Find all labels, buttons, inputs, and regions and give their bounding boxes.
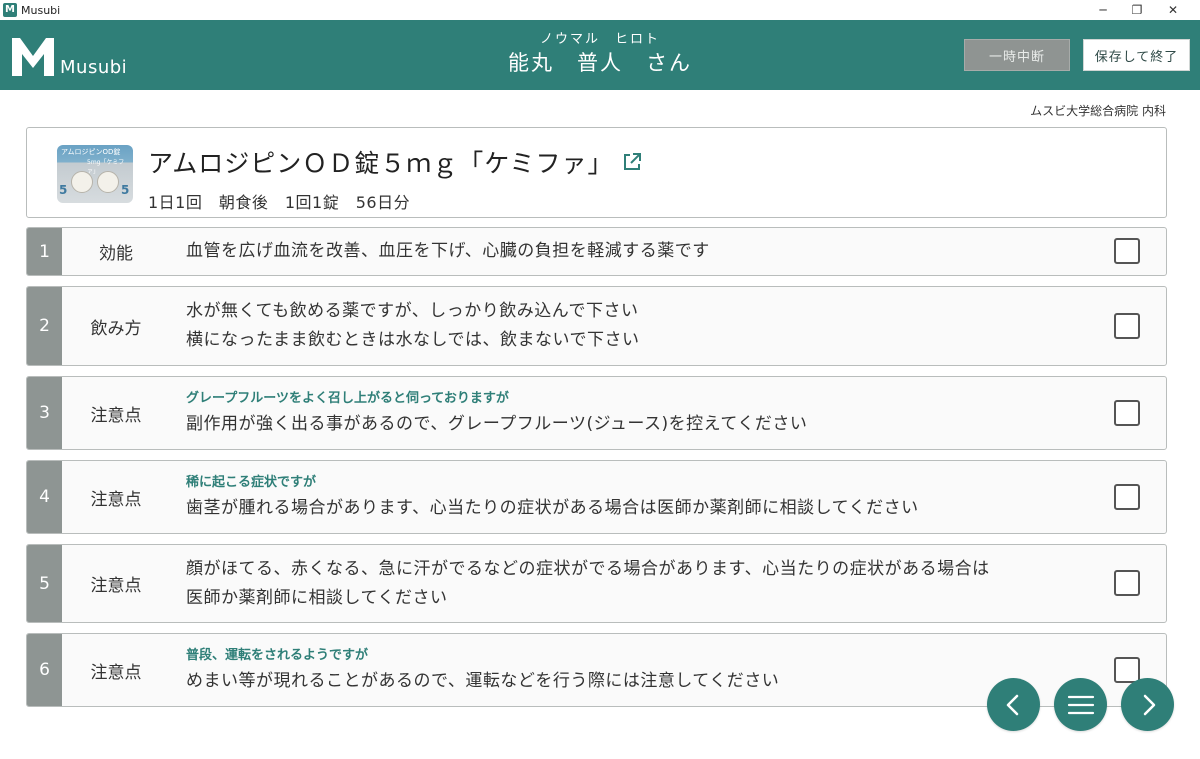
logo-text: Musubi [60,57,128,78]
item-text: 普段、運転をされるようですが めまい等が現れることがあるので、運転などを行う際に… [186,634,779,706]
drug-card: アムロジピンOD錠 5mg「ケミファ」 5 5 アムロジピンＯＤ錠５ｍｇ「ケミフ… [26,127,1167,218]
item-line: めまい等が現れることがあるので、運転などを行う際には注意してください [186,671,780,691]
item-category: 効能 [99,244,133,264]
item-text: グレープフルーツをよく召し上がると伺っておりますが 副作用が強く出る事があるので… [186,377,807,449]
item-checkbox[interactable] [1114,400,1140,426]
menu-button[interactable] [1054,678,1107,731]
item-category: 注意点 [90,489,142,510]
item-line: 横になったまま飲むときは水なしでは、飲まないで下さい [186,330,640,350]
window-titlebar: M Musubi ─ ❐ ✕ [0,0,1200,20]
item-text: 血管を広げ血流を改善、血圧を下げ、心臓の負担を軽減する薬です [186,228,710,275]
dosage-instructions: 1日1回 朝食後 1回1錠 56日分 [148,193,411,212]
drug-name-row: アムロジピンＯＤ錠５ｍｇ「ケミファ」 [148,144,642,180]
item-category: 注意点 [90,576,142,596]
pill-icon [71,171,93,193]
minimize-button[interactable]: ─ [1086,0,1120,20]
item-line: 歯茎が腫れる場合があります、心当たりの症状がある場合は医師か薬剤師に相談してくだ… [186,498,919,518]
drug-name: アムロジピンＯＤ錠５ｍｇ「ケミファ」 [148,149,614,178]
item-category: 注意点 [90,405,142,426]
item-checkbox[interactable] [1114,313,1140,339]
pill-icon [97,171,119,193]
patient-info: ノウマル ヒロト 能丸 普人 さん [400,28,800,77]
item-number: 6 [27,634,62,706]
patient-name-kana: ノウマル ヒロト [539,32,660,47]
next-button[interactable] [1121,678,1174,731]
item-checkbox[interactable] [1114,570,1140,596]
save-and-exit-button[interactable]: 保存して終了 [1083,39,1190,71]
external-link-icon[interactable] [622,152,642,172]
item-number: 5 [27,545,62,622]
item-lead-text: グレープフルーツをよく召し上がると伺っておりますが [186,391,509,406]
list-item: 3 注意点 グレープフルーツをよく召し上がると伺っておりますが 副作用が強く出る… [26,376,1167,450]
item-category: 飲み方 [90,318,142,339]
list-item: 2 飲み方 水が無くても飲める薬ですが、しっかり飲み込んで下さい 横になったまま… [26,286,1167,366]
hospital-department: ムスビ大学総合病院 内科 [1030,104,1166,118]
item-category: 注意点 [90,662,142,683]
window-title: Musubi [21,3,61,17]
item-number: 2 [27,287,62,365]
chevron-left-icon [1006,694,1018,715]
logo: Musubi [10,34,127,78]
item-checkbox[interactable] [1114,484,1140,510]
previous-button[interactable] [987,678,1040,731]
drug-package-image: アムロジピンOD錠 5mg「ケミファ」 5 5 [57,145,133,203]
item-number: 3 [27,377,62,449]
musubi-logo-icon [12,38,54,76]
item-line: 副作用が強く出る事があるので、グレープフルーツ(ジュース)を控えてください [186,414,808,434]
hamburger-menu-icon [1067,695,1094,714]
item-number: 1 [27,228,62,275]
item-checkbox[interactable] [1114,657,1140,683]
patient-name: 能丸 普人 さん [508,51,692,75]
item-number: 4 [27,461,62,533]
app-header: Musubi ノウマル ヒロト 能丸 普人 さん 一時中断 保存して終了 [0,20,1200,90]
item-line: 水が無くても飲める薬ですが、しっかり飲み込んで下さい [186,301,639,321]
item-lead-text: 稀に起こる症状ですが [186,475,317,490]
item-text: 稀に起こる症状ですが 歯茎が腫れる場合があります、心当たりの症状がある場合は医師… [186,461,919,533]
item-lead-text: 普段、運転をされるようですが [186,648,369,663]
item-text: 水が無くても飲める薬ですが、しっかり飲み込んで下さい 横になったまま飲むときは水… [186,287,639,365]
maximize-button[interactable]: ❐ [1120,0,1154,20]
list-item: 5 注意点 顔がほてる、赤くなる、急に汗がでるなどの症状がでる場合があります、心… [26,544,1167,623]
item-checkbox[interactable] [1114,238,1140,264]
package-number: 5 [121,183,130,197]
list-item: 4 注意点 稀に起こる症状ですが 歯茎が腫れる場合があります、心当たりの症状があ… [26,460,1167,534]
package-number: 5 [59,183,68,197]
item-line: 医師か薬剤師に相談してください [186,587,448,608]
close-button[interactable]: ✕ [1156,0,1190,20]
item-line: 血管を広げ血流を改善、血圧を下げ、心臓の負担を軽減する薬です [186,241,710,261]
list-item: 1 効能 血管を広げ血流を改善、血圧を下げ、心臓の負担を軽減する薬です [26,227,1167,276]
pause-button[interactable]: 一時中断 [964,39,1070,71]
chevron-right-icon [1143,694,1155,715]
package-label: アムロジピンOD錠 [61,148,121,156]
item-line: 顔がほてる、赤くなる、急に汗がでるなどの症状がでる場合があります、心当たりの症状… [186,558,990,579]
item-text: 顔がほてる、赤くなる、急に汗がでるなどの症状がでる場合があります、心当たりの症状… [186,545,990,622]
app-icon: M [3,3,17,17]
